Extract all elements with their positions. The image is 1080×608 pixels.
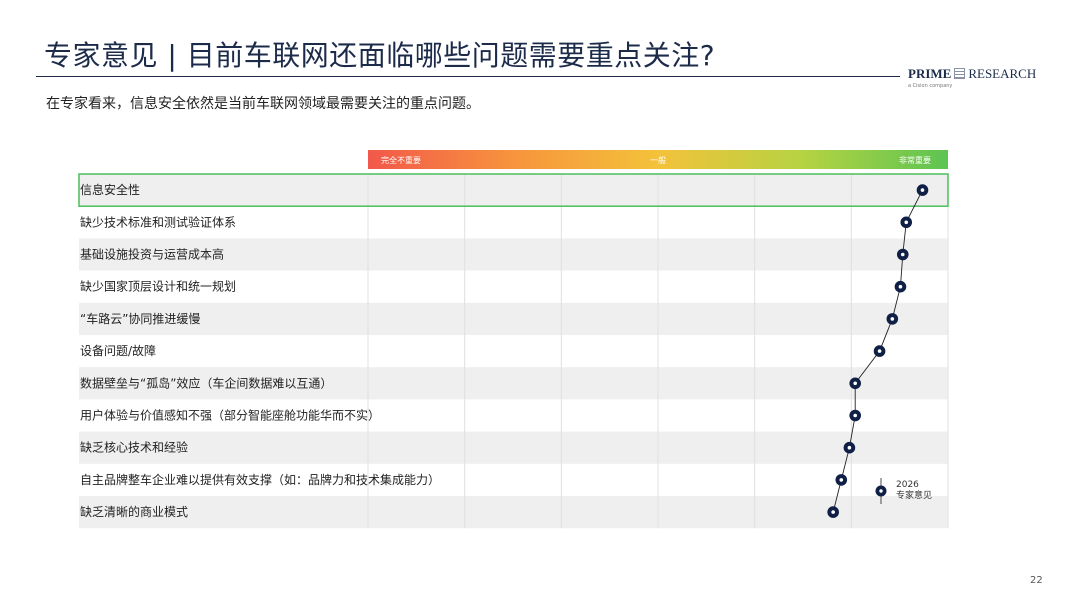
data-point-center: [853, 381, 857, 386]
category-label: 缺乏核心技术和经验: [80, 440, 188, 455]
legend-year: 2026: [896, 480, 919, 490]
data-point-center: [898, 284, 903, 289]
data-point-center: [890, 317, 895, 321]
legend-label: 专家意见: [896, 489, 932, 501]
data-point-center: [831, 510, 835, 514]
category-label: 设备问题/故障: [80, 343, 156, 358]
category-label: 缺少国家顶层设计和统一规划: [80, 279, 236, 294]
data-point-center: [847, 445, 852, 450]
category-label: 信息安全性: [80, 182, 140, 197]
data-point-center: [877, 349, 882, 353]
page-number: 22: [1030, 575, 1043, 586]
category-label: “车路云”协同推进缓慢: [80, 311, 200, 326]
category-label: 缺乏清晰的商业模式: [80, 504, 188, 519]
category-label: 用户体验与价值感知不强（部分智能座舱功能华而不实）: [80, 408, 380, 423]
data-point-center: [904, 220, 909, 225]
data-point-center: [853, 413, 857, 418]
row-shade: [79, 496, 948, 529]
category-label: 基础设施投资与运营成本高: [80, 247, 224, 262]
series-2026: [827, 184, 929, 518]
row-shade: [79, 302, 948, 335]
grid-lines: [367, 174, 949, 529]
category-labels: 信息安全性缺少技术标准和测试验证体系基础设施投资与运营成本高缺少国家顶层设计和统…: [80, 182, 440, 519]
category-label: 自主品牌整车企业难以提供有效支撑（如：品牌力和技术集成能力）: [80, 472, 440, 487]
data-point-center: [839, 478, 844, 482]
category-label: 缺少技术标准和测试验证体系: [80, 214, 236, 229]
category-label: 数据壁垒与“孤岛”效应（车企间数据难以互通）: [80, 375, 332, 390]
importance-chart: 完全不重要 一般 非常重要 信息安全性缺少技术标准和测试验证体系基础设施投资与运…: [78, 150, 949, 529]
scale-label-low: 完全不重要: [381, 155, 421, 165]
scale-label-mid: 一般: [650, 155, 666, 165]
row-shade: [79, 431, 948, 464]
data-point-center: [900, 252, 905, 257]
scale-label-high: 非常重要: [899, 155, 931, 165]
row-shade: [79, 174, 948, 207]
data-point-center: [920, 188, 925, 192]
